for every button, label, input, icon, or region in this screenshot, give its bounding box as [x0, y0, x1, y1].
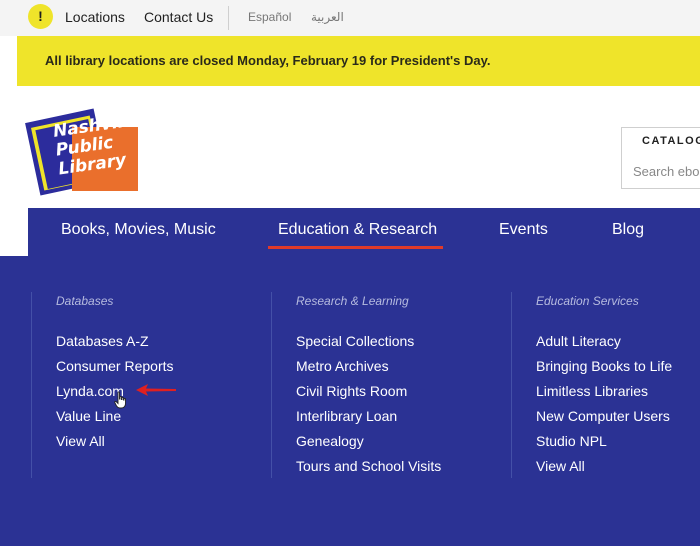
catalog-search: CATALOG — [621, 127, 700, 189]
catalog-label: CATALOG — [642, 135, 700, 147]
active-nav-underline — [268, 246, 443, 249]
locations-link[interactable]: Locations — [65, 9, 125, 25]
library-logo[interactable]: Nashville Public Library — [25, 107, 142, 196]
menu-link-bringing-books-to-life[interactable]: Bringing Books to Life — [536, 358, 672, 374]
menu-link-education-view-all[interactable]: View All — [536, 458, 585, 474]
menu-link-databases-a-z[interactable]: Databases A-Z — [56, 333, 149, 349]
contact-us-link[interactable]: Contact Us — [144, 9, 213, 25]
menu-link-adult-literacy[interactable]: Adult Literacy — [536, 333, 621, 349]
catalog-search-input[interactable] — [633, 159, 700, 183]
research-learning-heading: Research & Learning — [296, 294, 409, 308]
menu-link-special-collections[interactable]: Special Collections — [296, 333, 414, 349]
closure-alert-banner: All library locations are closed Monday,… — [17, 36, 700, 86]
language-arabic-link[interactable]: العربية — [311, 10, 344, 24]
menu-link-metro-archives[interactable]: Metro Archives — [296, 358, 389, 374]
alert-icon[interactable]: ! — [28, 4, 53, 29]
menu-link-databases-view-all[interactable]: View All — [56, 433, 105, 449]
annotation-arrow-icon — [136, 384, 176, 396]
menu-link-interlibrary-loan[interactable]: Interlibrary Loan — [296, 408, 397, 424]
column-divider — [511, 292, 512, 478]
menu-link-new-computer-users[interactable]: New Computer Users — [536, 408, 670, 424]
alert-message: All library locations are closed Monday,… — [45, 53, 491, 68]
nav-events[interactable]: Events — [499, 221, 548, 239]
language-spanish-link[interactable]: Español — [248, 10, 291, 24]
databases-heading: Databases — [56, 294, 114, 308]
menu-link-civil-rights-room[interactable]: Civil Rights Room — [296, 383, 407, 399]
education-services-heading: Education Services — [536, 294, 639, 308]
nav-blog[interactable]: Blog — [612, 221, 644, 239]
hand-cursor-icon — [114, 391, 126, 409]
menu-link-tours-school-visits[interactable]: Tours and School Visits — [296, 458, 441, 474]
column-divider — [271, 292, 272, 478]
utility-divider — [228, 6, 229, 30]
menu-link-value-line[interactable]: Value Line — [56, 408, 121, 424]
menu-link-consumer-reports[interactable]: Consumer Reports — [56, 358, 174, 374]
menu-link-limitless-libraries[interactable]: Limitless Libraries — [536, 383, 648, 399]
column-divider — [31, 292, 32, 478]
nav-books-movies-music[interactable]: Books, Movies, Music — [61, 221, 216, 239]
nav-education-research[interactable]: Education & Research — [278, 221, 437, 239]
menu-link-studio-npl[interactable]: Studio NPL — [536, 433, 607, 449]
utility-bar: ! Locations Contact Us Español العربية — [0, 0, 700, 36]
menu-link-genealogy[interactable]: Genealogy — [296, 433, 364, 449]
